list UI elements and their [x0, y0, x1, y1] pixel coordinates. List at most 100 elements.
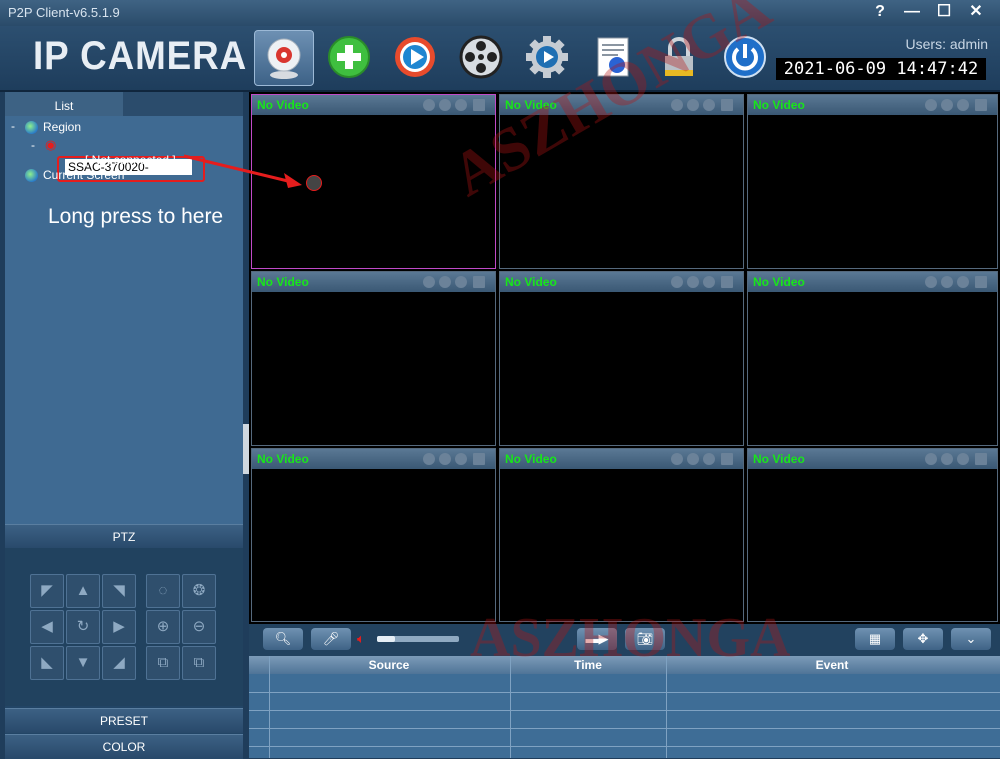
iris-close-icon[interactable]: ⧉	[182, 646, 216, 680]
ptz-down-left-icon[interactable]: ◣	[30, 646, 64, 680]
col-event[interactable]: Event	[667, 658, 997, 672]
iris-open-icon[interactable]: ⧉	[146, 646, 180, 680]
video-cell[interactable]: No Video	[747, 94, 998, 269]
video-cell[interactable]: No Video	[251, 271, 496, 446]
ptz-left-icon[interactable]: ◀	[30, 610, 64, 644]
no-video-label: No Video	[257, 275, 309, 289]
volume-slider[interactable]	[377, 636, 459, 642]
ptz-up-right-icon[interactable]: ◥	[102, 574, 136, 608]
speaker-icon[interactable]	[941, 276, 953, 288]
video-cell[interactable]: No Video	[747, 271, 998, 446]
maximize-button[interactable]: ☐	[930, 2, 958, 24]
ptz-auto-icon[interactable]: ↻	[66, 610, 100, 644]
color-header[interactable]: COLOR	[5, 734, 243, 759]
fullscreen-icon[interactable]	[975, 276, 987, 288]
video-cell[interactable]: No Video	[499, 271, 744, 446]
mic-icon[interactable]	[671, 99, 683, 111]
video-cell-header: No Video	[500, 449, 743, 469]
video-cell[interactable]: No Video	[499, 448, 744, 622]
fullscreen-icon[interactable]	[473, 453, 485, 465]
volume-icon[interactable]: 🔈︎	[357, 631, 365, 647]
snapshot-button[interactable]: 📷︎	[625, 628, 665, 650]
mic-icon[interactable]	[671, 453, 683, 465]
minimize-button[interactable]: —	[898, 2, 926, 24]
tab-strip: List	[5, 92, 243, 116]
speaker-icon[interactable]	[439, 99, 451, 111]
record-icon[interactable]	[703, 453, 715, 465]
record-icon[interactable]	[703, 276, 715, 288]
col-time[interactable]: Time	[511, 658, 665, 672]
fullscreen-icon[interactable]	[975, 99, 987, 111]
playback-button[interactable]	[386, 30, 444, 84]
no-video-label: No Video	[505, 98, 557, 112]
focus-near-icon[interactable]: ◌	[146, 574, 180, 608]
fullscreen-icon[interactable]	[473, 276, 485, 288]
mic-icon[interactable]	[423, 99, 435, 111]
tree-current-screen[interactable]: Current Screen	[25, 168, 124, 183]
ptz-up-icon[interactable]: ▲	[66, 574, 100, 608]
mic-icon[interactable]	[925, 453, 937, 465]
speaker-icon[interactable]	[941, 99, 953, 111]
tab-list[interactable]: List	[5, 92, 123, 116]
mic-icon[interactable]	[925, 276, 937, 288]
fullscreen-button[interactable]: ✥	[903, 628, 943, 650]
collapse-toggle-device[interactable]: -	[31, 138, 35, 152]
collapse-toggle[interactable]: -	[11, 119, 15, 133]
ptz-down-right-icon[interactable]: ◢	[102, 646, 136, 680]
record-button[interactable]: ▬▶	[577, 628, 617, 650]
fullscreen-icon[interactable]	[975, 453, 987, 465]
video-cell[interactable]: No Video	[747, 448, 998, 622]
camera-view-icon	[267, 38, 301, 79]
talk-button[interactable]: 🎤︎	[311, 628, 351, 650]
video-cell[interactable]: No Video	[499, 94, 744, 269]
speaker-icon[interactable]	[687, 99, 699, 111]
log-button[interactable]	[584, 30, 642, 84]
mic-icon[interactable]	[671, 276, 683, 288]
ptz-down-icon[interactable]: ▼	[66, 646, 100, 680]
record-icon[interactable]	[957, 99, 969, 111]
zoom-out-icon[interactable]: ⊖	[182, 610, 216, 644]
ptz-header[interactable]: PTZ	[5, 524, 243, 549]
close-button[interactable]: ✕	[962, 2, 990, 24]
settings-button[interactable]	[518, 30, 576, 84]
mic-icon[interactable]	[423, 276, 435, 288]
record-icon[interactable]	[957, 276, 969, 288]
camera-snapshot-icon: 📷︎	[636, 631, 654, 646]
fullscreen-icon[interactable]	[721, 99, 733, 111]
record-icon[interactable]	[957, 453, 969, 465]
speaker-icon[interactable]	[687, 276, 699, 288]
video-cell[interactable]: No Video	[251, 448, 496, 622]
lock-button[interactable]	[650, 30, 708, 84]
col-source[interactable]: Source	[269, 658, 509, 672]
add-device-button[interactable]	[320, 30, 378, 84]
record-icon[interactable]	[455, 99, 467, 111]
mic-icon[interactable]	[925, 99, 937, 111]
zoom-in-icon[interactable]: ⊕	[146, 610, 180, 644]
fullscreen-icon[interactable]	[721, 453, 733, 465]
speaker-icon[interactable]	[941, 453, 953, 465]
speaker-icon[interactable]	[439, 276, 451, 288]
record-icon[interactable]	[455, 276, 467, 288]
record-icon[interactable]	[455, 453, 467, 465]
speaker-icon[interactable]	[687, 453, 699, 465]
film-reel-button[interactable]	[452, 30, 510, 84]
annotation-arrow-icon	[183, 154, 302, 188]
speaker-icon[interactable]	[439, 453, 451, 465]
datetime-display: 2021-06-09 14:47:42	[776, 58, 986, 80]
fullscreen-icon[interactable]	[473, 99, 485, 111]
collapse-button[interactable]: ⌄	[951, 628, 991, 650]
camera-view-button[interactable]	[254, 30, 314, 86]
layout-button[interactable]: ▦	[855, 628, 895, 650]
preset-header[interactable]: PRESET	[5, 708, 243, 733]
fullscreen-icon[interactable]	[721, 276, 733, 288]
record-icon[interactable]	[703, 99, 715, 111]
search-zoom-button[interactable]: 🔍︎	[263, 628, 303, 650]
camera-icon: ◉	[45, 137, 57, 152]
tree-region[interactable]: Region	[25, 120, 81, 135]
power-button[interactable]	[716, 30, 774, 84]
help-button[interactable]: ?	[866, 2, 894, 24]
focus-far-icon[interactable]: ❂	[182, 574, 216, 608]
ptz-up-left-icon[interactable]: ◤	[30, 574, 64, 608]
mic-icon[interactable]	[423, 453, 435, 465]
ptz-right-icon[interactable]: ▶	[102, 610, 136, 644]
